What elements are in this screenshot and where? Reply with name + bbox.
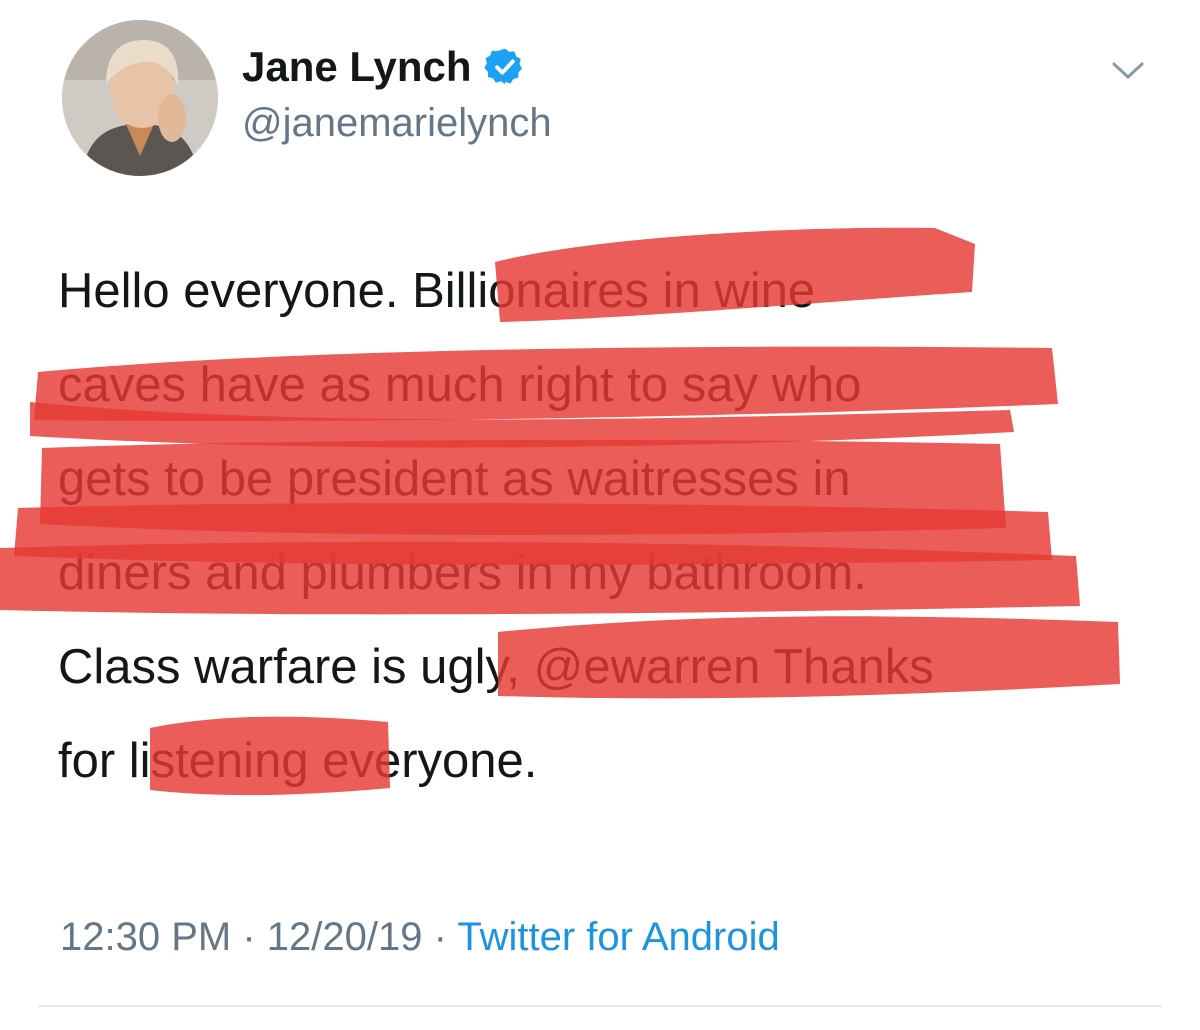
tweet-text: Hello everyone. Billionaires in wine cav…	[58, 244, 1138, 808]
verified-badge-icon	[483, 48, 522, 85]
tweet-line-5: Class warfare is ugly, @ewarren Thanks	[58, 640, 934, 694]
tweet-line-4: diners and plumbers in my bathroom.	[58, 546, 867, 600]
meta-separator: ·	[242, 915, 256, 959]
tweet-meta: 12:30 PM · 12/20/19 · Twitter for Androi…	[60, 912, 780, 962]
tweet-line-2: caves have as much right to say who	[58, 358, 862, 412]
author-display-name[interactable]: Jane Lynch	[242, 42, 472, 92]
chevron-down-icon[interactable]	[1110, 56, 1146, 84]
divider	[38, 1005, 1162, 1007]
tweet-line-3: gets to be president as waitresses in	[58, 452, 851, 506]
tweet-time[interactable]: 12:30 PM	[60, 915, 231, 959]
author-name-row[interactable]: Jane Lynch	[242, 42, 526, 92]
avatar[interactable]	[62, 20, 218, 176]
tweet-line-6: for listening everyone.	[58, 734, 538, 788]
author-handle[interactable]: @janemarielynch	[242, 100, 552, 146]
tweet-source-link[interactable]: Twitter for Android	[457, 915, 779, 959]
tweet-line-1: Hello everyone. Billionaires in wine	[58, 264, 816, 318]
profile-photo-icon	[62, 20, 218, 176]
meta-separator: ·	[433, 915, 447, 959]
tweet-date[interactable]: 12/20/19	[267, 915, 423, 959]
